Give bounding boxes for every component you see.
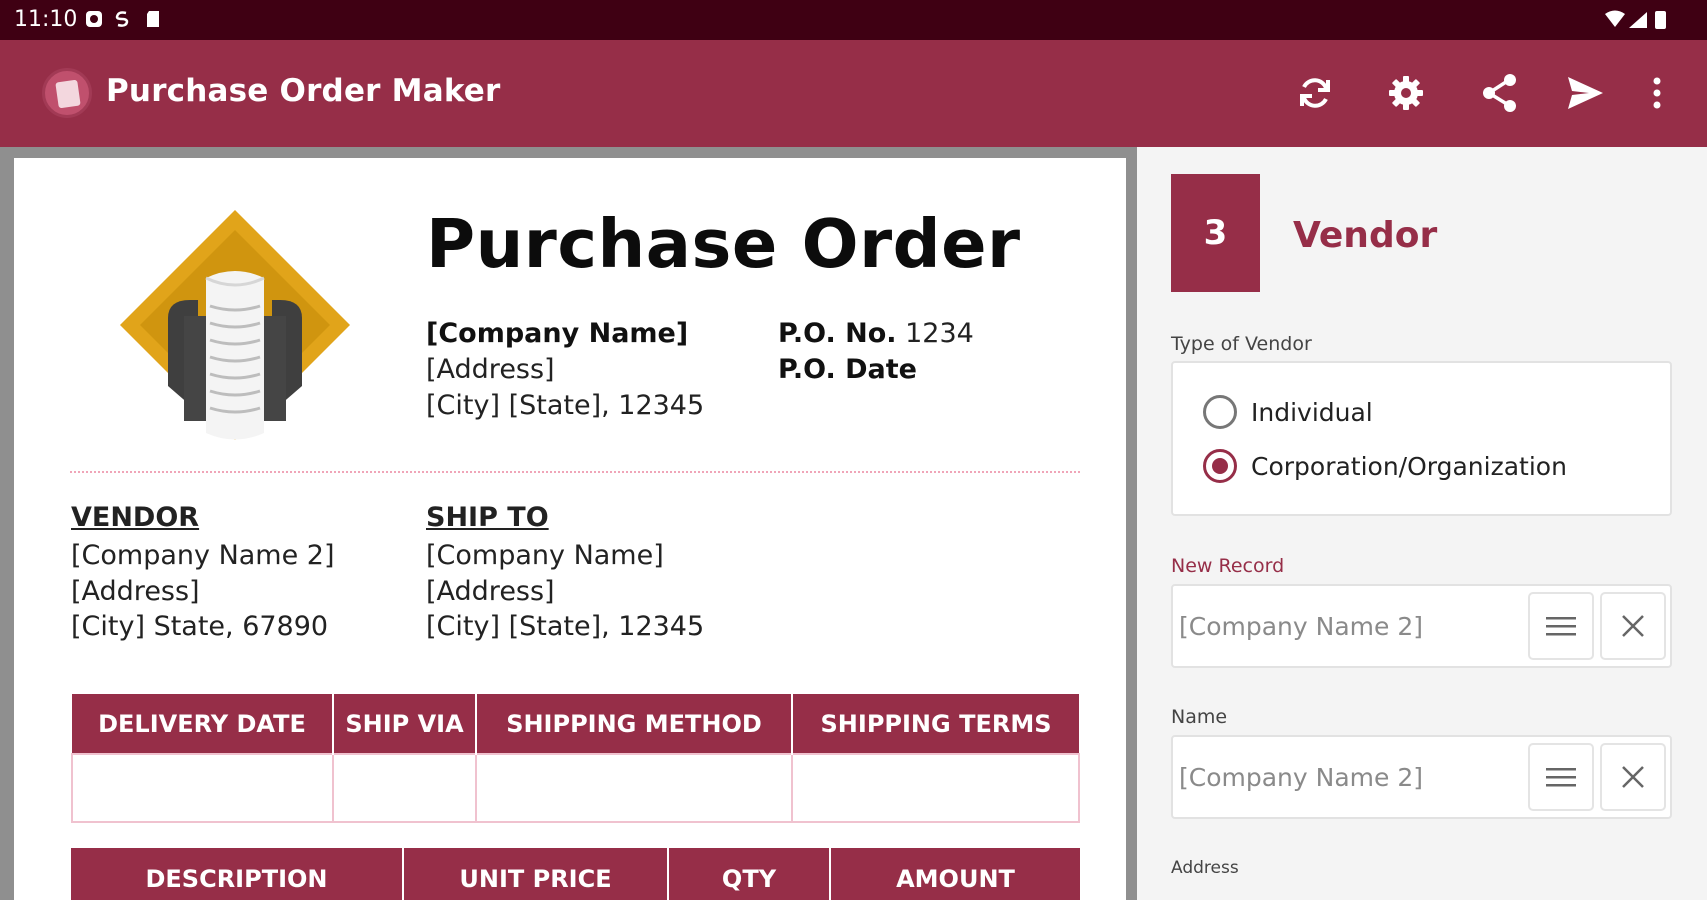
- list-icon: [1546, 617, 1576, 636]
- po-number-label: P.O. No.: [778, 318, 897, 349]
- radio-unchecked-icon[interactable]: [1203, 395, 1237, 429]
- col-shipping-method: SHIPPING METHOD: [476, 694, 793, 754]
- radio-corporation-label: Corporation/Organization: [1251, 451, 1567, 481]
- vendor-name: [Company Name 2]: [71, 540, 335, 571]
- col-shipping-terms: SHIPPING TERMS: [792, 694, 1079, 754]
- notification-icon: [86, 11, 102, 27]
- new-record-label: New Record: [1171, 555, 1285, 577]
- cell-shipping-terms: [791, 753, 1080, 823]
- name-label: Name: [1171, 706, 1228, 728]
- status-time: 11:10: [14, 7, 78, 32]
- settings-button[interactable]: [1383, 70, 1429, 116]
- company-city-line: [City] [State], 12345: [426, 390, 705, 421]
- sd-card-icon: [147, 11, 159, 27]
- settings-icon: [1389, 76, 1423, 110]
- col-description: DESCRIPTION: [71, 848, 404, 900]
- po-number-value: 1234: [905, 318, 974, 349]
- company-address: [Address]: [426, 354, 555, 385]
- vendor-address: [Address]: [71, 576, 200, 607]
- sync-status-icon: [115, 11, 129, 27]
- address-label: Address: [1171, 858, 1239, 878]
- shipping-table-row: [71, 753, 1080, 823]
- step-title: Vendor: [1293, 215, 1438, 256]
- radio-individual-label: Individual: [1251, 397, 1373, 427]
- status-bar: 11:10: [0, 0, 1707, 40]
- cell-shipping-method: [475, 753, 793, 823]
- share-icon: [1483, 74, 1516, 112]
- company-name: [Company Name]: [426, 318, 689, 349]
- cell-ship-via: [332, 753, 477, 823]
- ship-to-address: [Address]: [426, 576, 555, 607]
- col-qty: QTY: [668, 848, 831, 900]
- cell-delivery-date: [71, 753, 334, 823]
- vendor-city-line: [City] State, 67890: [71, 611, 329, 642]
- vendor-type-label: Type of Vendor: [1171, 333, 1312, 355]
- shipping-table: DELIVERY DATE SHIP VIA SHIPPING METHOD S…: [71, 694, 1080, 823]
- radio-corporation[interactable]: Corporation/Organization: [1203, 449, 1567, 483]
- col-unit-price: UNIT PRICE: [403, 848, 669, 900]
- company-logo-icon: [120, 210, 350, 440]
- send-icon: [1568, 77, 1603, 109]
- new-record-clear-button[interactable]: [1600, 592, 1666, 660]
- more-vertical-icon: [1653, 77, 1661, 109]
- radio-individual[interactable]: Individual: [1203, 395, 1373, 429]
- more-options-button[interactable]: [1634, 70, 1680, 116]
- ship-to-name: [Company Name]: [426, 540, 664, 571]
- list-icon: [1546, 768, 1576, 787]
- name-clear-button[interactable]: [1600, 743, 1666, 811]
- name-input[interactable]: [1179, 759, 1499, 795]
- vendor-heading: VENDOR: [71, 502, 200, 533]
- po-number: P.O. No. 1234: [778, 316, 974, 352]
- name-list-button[interactable]: [1528, 743, 1594, 811]
- app-bar: Purchase Order Maker: [0, 40, 1707, 147]
- vendor-type-card: [1171, 361, 1672, 516]
- name-field[interactable]: [1171, 735, 1672, 819]
- ship-to-city-line: [City] [State], 12345: [426, 611, 705, 642]
- send-button[interactable]: [1562, 70, 1608, 116]
- share-button[interactable]: [1477, 70, 1523, 116]
- signal-battery-icons: [1605, 10, 1666, 29]
- refresh-icon: [1300, 78, 1330, 108]
- ship-to-heading: SHIP TO: [426, 502, 549, 533]
- document-title: Purchase Order: [426, 205, 1021, 283]
- new-record-input[interactable]: [1179, 608, 1499, 644]
- close-icon: [1622, 615, 1644, 637]
- items-table: DESCRIPTION UNIT PRICE QTY AMOUNT: [71, 848, 1080, 900]
- shipping-table-header: DELIVERY DATE SHIP VIA SHIPPING METHOD S…: [72, 694, 1079, 754]
- close-icon: [1622, 766, 1644, 788]
- app-logo-icon: [42, 68, 92, 118]
- radio-checked-icon[interactable]: [1203, 449, 1237, 483]
- header-divider: [70, 471, 1080, 473]
- po-date-label: P.O. Date: [778, 354, 917, 385]
- col-ship-via: SHIP VIA: [333, 694, 477, 754]
- items-table-header: DESCRIPTION UNIT PRICE QTY AMOUNT: [71, 848, 1080, 900]
- new-record-field[interactable]: [1171, 584, 1672, 668]
- new-record-list-button[interactable]: [1528, 592, 1594, 660]
- step-number-badge: 3: [1171, 174, 1260, 292]
- refresh-button[interactable]: [1292, 70, 1338, 116]
- app-title: Purchase Order Maker: [106, 73, 501, 109]
- col-delivery-date: DELIVERY DATE: [72, 694, 334, 754]
- col-amount: AMOUNT: [830, 848, 1080, 900]
